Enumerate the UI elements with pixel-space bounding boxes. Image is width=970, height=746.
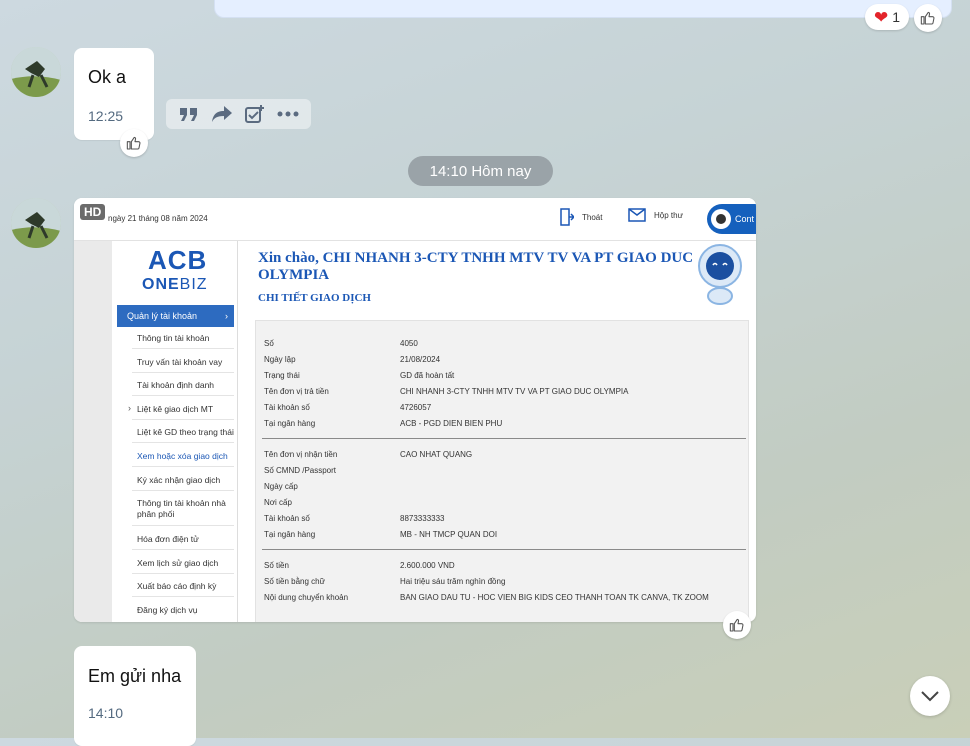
date-divider: 14:10 Hôm nay (408, 156, 553, 186)
menu-item: Thông tin tài khoản (137, 333, 210, 343)
previous-message-bubble (214, 0, 952, 18)
field-label: Tên đơn vị trả tiền (264, 387, 329, 396)
field-value: 4050 (400, 339, 418, 348)
menu-item: Truy vấn tài khoản vay (137, 357, 223, 367)
menu-item: Tài khoản định danh (137, 380, 215, 390)
image-message[interactable]: ngày 21 tháng 08 năm 2024 Thoát Hộp thư … (74, 198, 756, 622)
field-value: CAO NHAT QUANG (400, 450, 473, 459)
field-value: Hai triệu sáu trăm nghìn đồng (400, 577, 506, 586)
menu-item: Liệt kê GD theo trạng thái (137, 427, 234, 437)
field-label: Tại ngân hàng (264, 530, 316, 539)
message-action-toolbar (166, 99, 311, 129)
field-value: GD đã hoàn tất (400, 371, 455, 380)
thumbs-up-icon (729, 618, 744, 632)
field-label: Ngày lập (264, 355, 296, 364)
menu-item: Đăng ký dịch vụ (137, 605, 198, 615)
menu-item: Xuất báo cáo định kỳ (137, 581, 217, 591)
field-value: 21/08/2024 (400, 355, 441, 364)
thumbs-up-icon (126, 136, 141, 150)
inbox-label: Hộp thư (654, 210, 683, 220)
menu-item: Xem lịch sử giao dịch (137, 558, 219, 568)
reaction-count: 1 (892, 9, 901, 25)
menu-item: Xem hoặc xóa giao dịch (137, 451, 228, 461)
message-time: 14:10 (88, 705, 124, 721)
inbox-link: Hộp thư (628, 208, 683, 222)
mail-icon (628, 208, 646, 222)
quote-icon[interactable] (177, 102, 201, 126)
menu-item: Thông tin tài khoản nhà phân phối (137, 498, 226, 519)
field-value: CHI NHANH 3-CTY TNHH MTV TV VA PT GIAO D… (400, 387, 629, 396)
logout-link: Thoát (560, 208, 602, 226)
field-label: Số tiền (264, 561, 289, 570)
thumbs-up-icon (920, 11, 935, 25)
forward-icon[interactable] (210, 102, 234, 126)
field-label: Số tiền bằng chữ (264, 577, 325, 586)
heart-icon: ❤ (873, 7, 889, 27)
chevron-right-icon: › (128, 403, 131, 413)
field-label: Tài khoản số (264, 514, 310, 523)
acb-logo: ACB (148, 245, 208, 275)
logout-label: Thoát (582, 212, 603, 222)
hd-badge: HD (80, 204, 106, 220)
contact-label: Cont (735, 214, 755, 224)
left-strip (74, 241, 112, 622)
chevron-right-icon: › (225, 311, 228, 321)
scroll-to-bottom-button[interactable] (910, 676, 950, 716)
field-value: BAN GIAO DAU TU - HOC VIEN BIG KIDS CEO … (400, 593, 709, 602)
field-label: Nội dung chuyển khoản (264, 593, 349, 602)
field-label: Trạng thái (264, 371, 300, 380)
field-value: 8873333333 (400, 514, 445, 523)
sender-avatar[interactable] (11, 47, 61, 97)
like-button[interactable] (120, 129, 148, 157)
message-time: 12:25 (88, 108, 124, 124)
greeting: Xin chào, CHI NHANH 3-CTY TNHH MTV TV VA… (258, 250, 694, 283)
like-button[interactable] (723, 611, 751, 639)
reaction-summary[interactable]: ❤ 1 (865, 4, 909, 30)
more-icon[interactable] (276, 102, 300, 126)
detail-title: CHI TIẾT GIAO DỊCH (258, 292, 371, 304)
field-label: Số (264, 339, 274, 348)
onebiz-logo: ONEBIZ (142, 276, 208, 293)
date-text: ngày 21 tháng 08 năm 2024 (108, 214, 208, 223)
field-value: MB - NH TMCP QUAN DOI (400, 530, 498, 539)
door-icon (560, 208, 574, 226)
message-bubble[interactable]: Em gửi nha 14:10 (74, 646, 196, 746)
task-icon[interactable] (243, 102, 267, 126)
message-text: Ok a (88, 67, 127, 87)
menu-item: Hóa đơn điện tử (137, 534, 199, 544)
menu-active: Quản lý tài khoản › (117, 305, 234, 327)
message-bubble[interactable]: Ok a 12:25 (74, 48, 154, 140)
field-value: 2.600.000 VND (400, 561, 455, 570)
menu-item: Liệt kê giao dịch MT (137, 404, 214, 414)
field-label: Ngày cấp (264, 482, 298, 491)
bank-header: ngày 21 tháng 08 năm 2024 Thoát Hộp thư … (74, 198, 756, 241)
field-label: Số CMND /Passport (264, 466, 337, 475)
like-reaction-button[interactable] (914, 4, 942, 32)
sender-avatar[interactable] (11, 198, 61, 248)
field-value: 4726057 (400, 403, 432, 412)
mascot-icon (698, 244, 742, 305)
field-value: ACB - PGD DIEN BIEN PHU (400, 419, 503, 428)
message-text: Em gửi nha (88, 666, 182, 686)
divider (262, 549, 746, 550)
camera-icon (711, 209, 731, 229)
chevron-down-icon (921, 691, 939, 702)
bank-sidebar: ACB ONEBIZ Quản lý tài khoản › Thông tin… (112, 241, 238, 622)
field-label: Tên đơn vị nhận tiền (264, 450, 338, 459)
field-label: Nơi cấp (264, 498, 292, 507)
transaction-detail-table: Số 4050 Ngày lập 21/08/2024 Trạng thái G… (255, 320, 749, 622)
divider (262, 438, 746, 439)
field-label: Tại ngân hàng (264, 419, 316, 428)
contact-button: Cont (707, 204, 756, 234)
menu-item: Ký xác nhận giao dịch (137, 475, 221, 485)
field-label: Tài khoản số (264, 403, 310, 412)
